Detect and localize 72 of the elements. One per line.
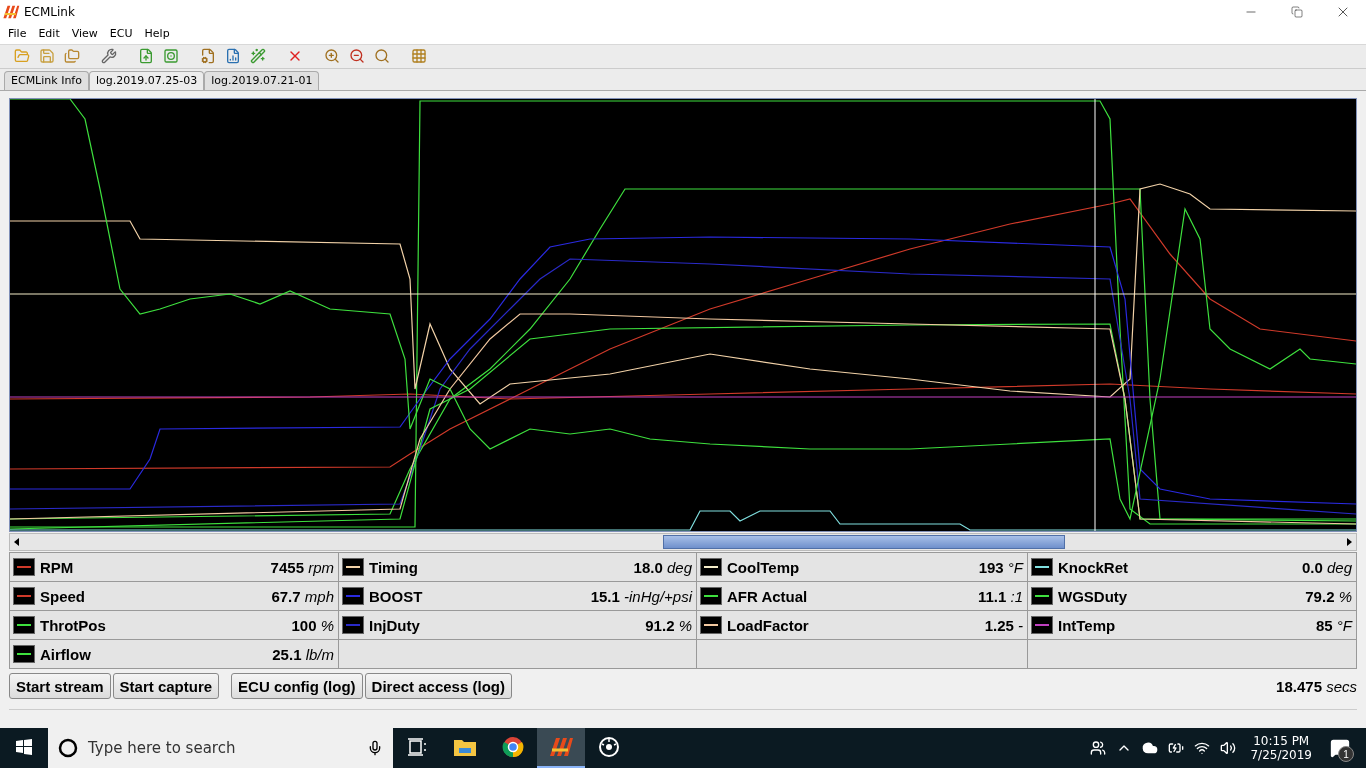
scroll-thumb[interactable] <box>663 535 1066 549</box>
channel-name: CoolTemp <box>727 558 801 576</box>
channel-name: ThrotPos <box>40 616 107 634</box>
channel-value: 67.7 mph <box>271 587 334 605</box>
microphone-icon[interactable] <box>367 740 383 756</box>
notification-count: 1 <box>1338 746 1354 762</box>
channel-value: 100 % <box>291 616 334 634</box>
trace-swatch[interactable] <box>13 558 35 576</box>
people-icon[interactable] <box>1090 740 1107 756</box>
channel-value: 7455 rpm <box>270 558 334 576</box>
search-field[interactable]: Type here to search <box>48 728 393 768</box>
channel-value: 79.2 % <box>1305 587 1352 605</box>
cloud-icon[interactable] <box>1142 740 1159 756</box>
windows-icon <box>16 739 32 755</box>
trace-swatch[interactable] <box>342 616 364 634</box>
menu-item[interactable]: Edit <box>32 26 66 40</box>
tab[interactable]: log.2019.07.25-03 <box>88 71 205 90</box>
battery-icon[interactable] <box>1168 740 1185 756</box>
action-button[interactable]: Start stream <box>9 673 111 699</box>
menu-item[interactable]: ECU <box>103 26 139 40</box>
channel-name: IntTemp <box>1058 616 1117 634</box>
channel-value: 15.1 -inHg/+psi <box>590 587 692 605</box>
action-button[interactable]: ECU config (log) <box>231 673 363 699</box>
trace-swatch[interactable] <box>13 587 35 605</box>
clock[interactable]: 10:15 PM 7/25/2019 <box>1250 734 1312 762</box>
channel-value: 0.0 deg <box>1301 558 1352 576</box>
channel-name: Timing <box>369 558 419 576</box>
channel-value: 193 °F <box>978 558 1023 576</box>
trace-swatch[interactable] <box>342 558 364 576</box>
channel-name: AFR Actual <box>727 587 809 605</box>
channel-value: 25.1 lb/m <box>272 645 334 663</box>
trace-swatch[interactable] <box>13 645 35 663</box>
channel-name: LoadFactor <box>727 616 810 634</box>
channel-name: KnockRet <box>1058 558 1129 576</box>
tab[interactable]: ECMLink Info <box>4 71 89 90</box>
dial-icon <box>598 736 620 758</box>
channel-value: 11.1 :1 <box>977 587 1023 605</box>
channel-name: Airflow <box>40 645 92 663</box>
channel-value: 18.0 deg <box>633 558 692 576</box>
volume-icon[interactable] <box>1220 740 1237 756</box>
trace-swatch[interactable] <box>700 587 722 605</box>
channel-name: InjDuty <box>369 616 421 634</box>
menu-item[interactable]: File <box>2 26 33 40</box>
menu-item[interactable]: Help <box>138 26 176 40</box>
channel-name: BOOST <box>369 587 424 605</box>
trace-swatch[interactable] <box>13 616 35 634</box>
elapsed-time: 18.475 secs <box>1276 677 1357 695</box>
channel-value: 85 °F <box>1315 616 1352 634</box>
restore-icon[interactable] <box>1291 5 1303 18</box>
action-button[interactable]: Direct access (log) <box>364 673 512 699</box>
trace-swatch[interactable] <box>1031 558 1053 576</box>
folder-icon <box>453 737 477 757</box>
trace-swatch[interactable] <box>700 616 722 634</box>
tab[interactable]: log.2019.07.21-01 <box>204 71 320 90</box>
trace-swatch[interactable] <box>1031 587 1053 605</box>
channel-value: 91.2 % <box>645 616 692 634</box>
channel-value: 1.25 - <box>984 616 1023 634</box>
action-button[interactable]: Start capture <box>112 673 220 699</box>
trace-swatch[interactable] <box>1031 616 1053 634</box>
channel-name: Speed <box>40 587 86 605</box>
channel-name: RPM <box>40 558 75 576</box>
cortana-icon <box>58 738 78 758</box>
app-logo-icon <box>2 3 20 20</box>
channel-name: WGSDuty <box>1058 587 1129 605</box>
app-logo-icon <box>548 736 574 758</box>
menu-item[interactable]: View <box>65 26 104 40</box>
browser-icon <box>502 736 524 758</box>
trace-swatch[interactable] <box>700 558 722 576</box>
wifi-icon[interactable] <box>1194 740 1211 756</box>
task-view-icon <box>407 738 427 756</box>
trace-swatch[interactable] <box>342 587 364 605</box>
window-title: ECMLink <box>24 4 76 19</box>
